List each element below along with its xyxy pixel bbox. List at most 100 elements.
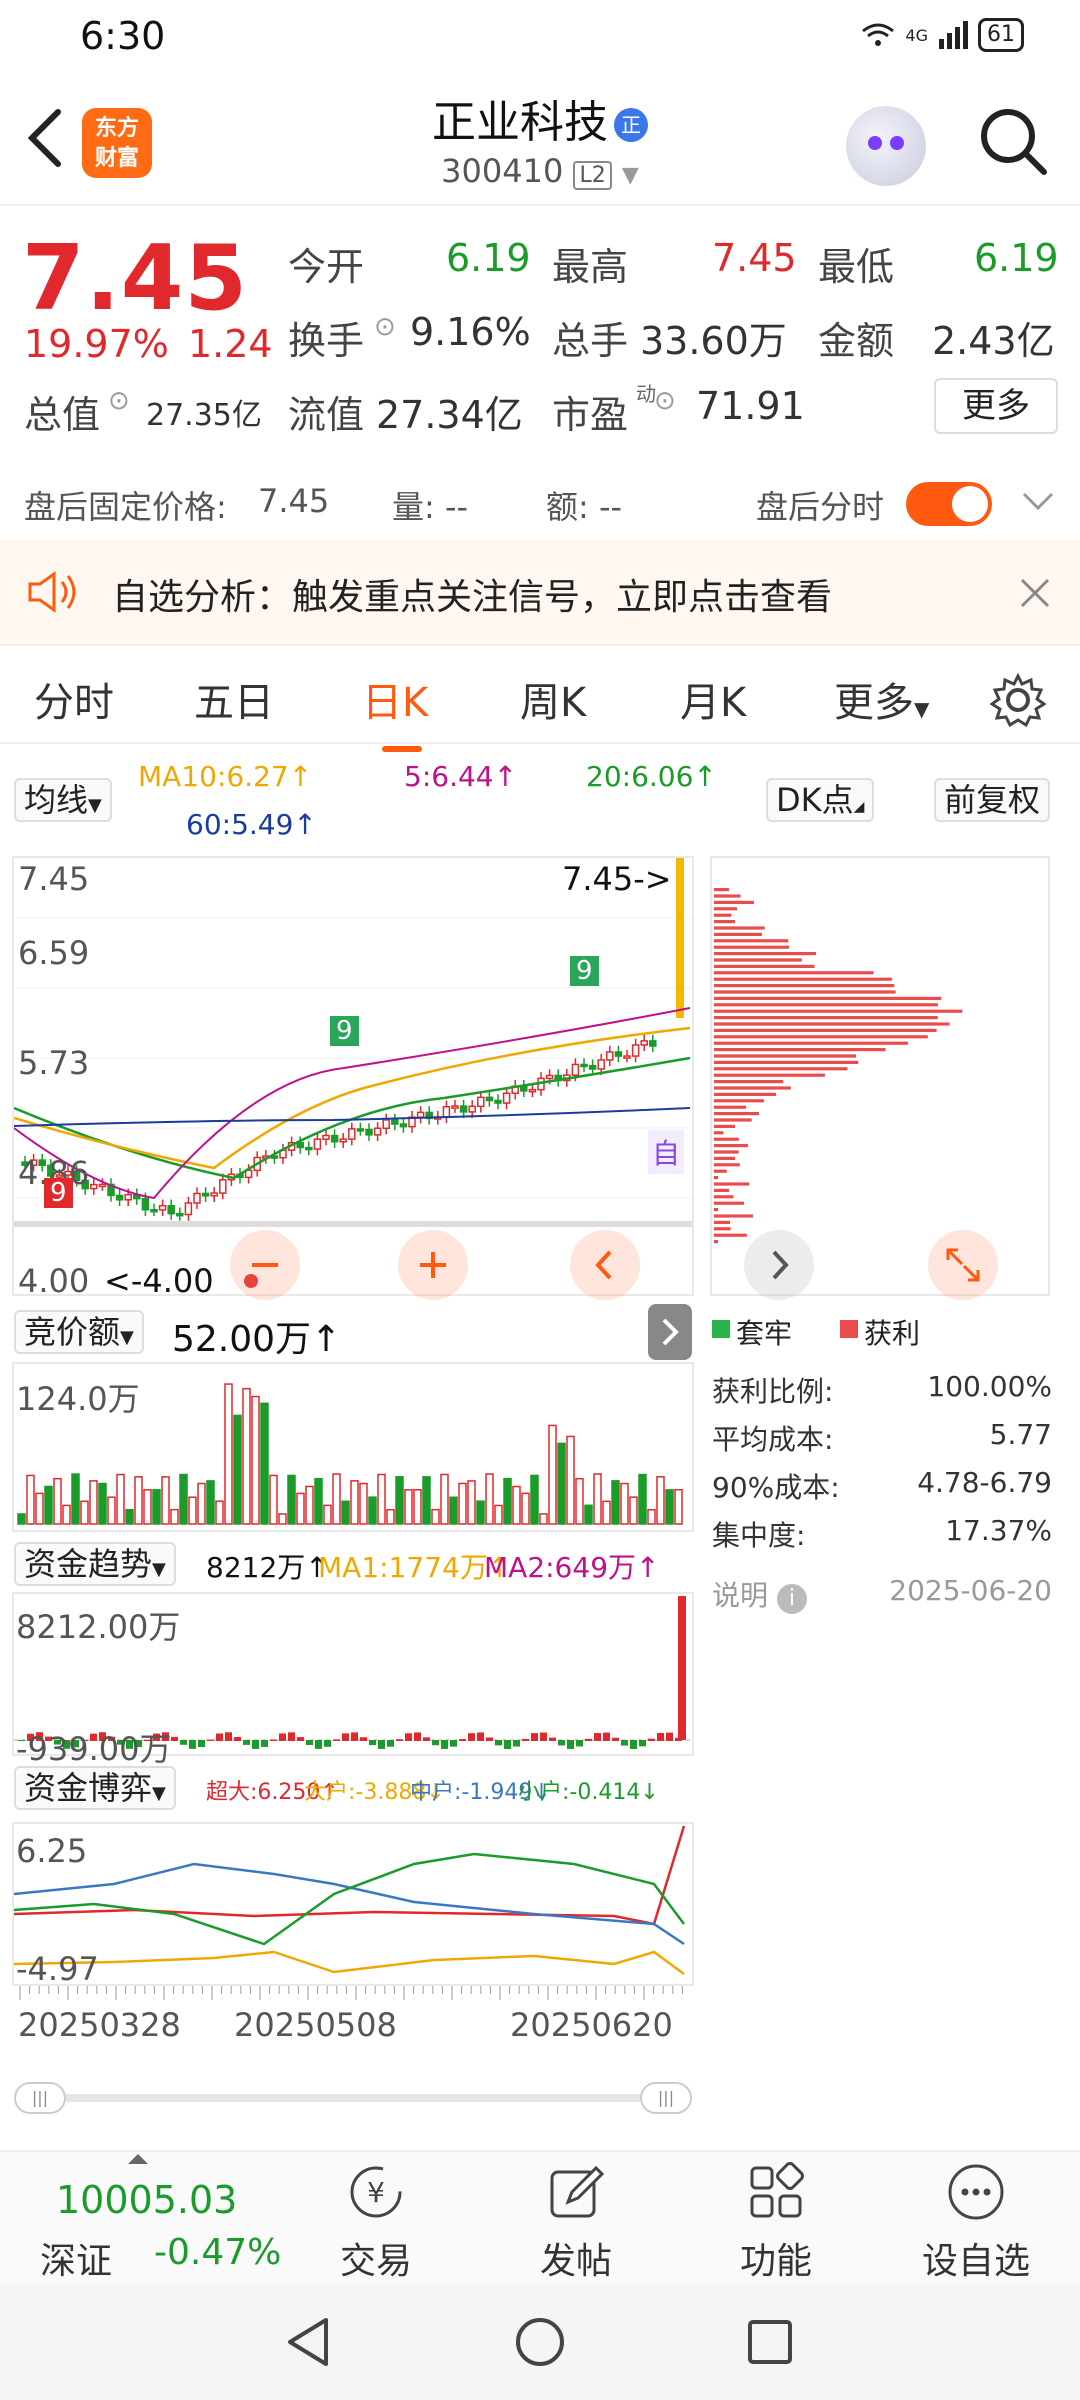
capital-bar	[288, 1732, 295, 1741]
high-value: 7.45	[712, 236, 797, 280]
nav-functions[interactable]: 功能	[696, 2152, 856, 2286]
info-icon[interactable]: ⊙	[654, 386, 676, 416]
game-selector[interactable]: 资金博弈▼	[14, 1766, 176, 1810]
candle-body	[151, 1210, 157, 1212]
range-handle-right[interactable]: |||	[640, 2082, 692, 2114]
volume-bar	[549, 1425, 556, 1524]
nav-recent-icon[interactable]	[742, 2314, 798, 2370]
nav-trade[interactable]: ¥ 交易	[296, 2152, 456, 2286]
chip-expand-button[interactable]	[744, 1230, 814, 1300]
candle-body	[469, 1106, 475, 1112]
info-icon[interactable]: ⊙	[108, 386, 130, 416]
volume-bar	[45, 1486, 52, 1524]
chip-bar	[714, 1189, 729, 1192]
capital-bar	[333, 1739, 340, 1741]
capital-bar	[639, 1740, 646, 1746]
candle-body	[598, 1060, 604, 1069]
capital-bar	[495, 1740, 502, 1745]
low-value: 6.19	[974, 236, 1059, 280]
chip-bar	[714, 1080, 783, 1083]
after-hours-toggle[interactable]	[906, 482, 992, 526]
wifi-icon	[861, 21, 895, 49]
tab-daily-k[interactable]: 日K	[362, 670, 428, 728]
stat-label: 90%成本:	[712, 1471, 840, 1504]
search-icon[interactable]	[978, 106, 1048, 176]
candle-body	[91, 1185, 97, 1189]
indicator-selector[interactable]: 均线▼	[14, 778, 112, 822]
chip-bar	[714, 1131, 723, 1134]
after-price-label: 盘后固定价格:	[24, 482, 227, 528]
tab-timeshare[interactable]: 分时	[34, 670, 114, 728]
tab-five-day[interactable]: 五日	[194, 670, 274, 728]
capital-bar	[234, 1737, 241, 1741]
nav-home-icon[interactable]	[512, 2314, 568, 2370]
notice-banner[interactable]: 自选分析：触发重点关注信号，立即点击查看	[0, 540, 1080, 644]
level-badge: L2	[573, 161, 611, 190]
tab-more[interactable]: 更多▼	[834, 670, 929, 728]
volume-bar	[351, 1481, 358, 1524]
range-handle-left[interactable]: |||	[14, 2082, 66, 2114]
volume-selector[interactable]: 竞价额▼	[14, 1310, 144, 1354]
nav-back-icon[interactable]	[280, 2314, 336, 2370]
nav-add-watchlist[interactable]: 设自选	[896, 2152, 1056, 2286]
capital-bar	[513, 1740, 520, 1747]
range-scroller[interactable]: ||| |||	[14, 2082, 692, 2114]
capital-bar	[315, 1740, 322, 1749]
capital-selector[interactable]: 资金趋势▼	[14, 1542, 176, 1586]
stat-note-row[interactable]: 说明 i 2025-06-20	[712, 1574, 1052, 1614]
kline-chart[interactable]: 7.45 6.59 5.73 4.86 4.00 7.45-> <-4.00 自…	[12, 856, 694, 1296]
chip-bar	[714, 894, 741, 897]
zoom-in-button[interactable]	[398, 1230, 468, 1300]
capital-chart[interactable]: 8212.00万 -939.00万	[12, 1592, 694, 1756]
tab-weekly-k[interactable]: 周K	[520, 670, 586, 728]
status-icons: 4G 61	[861, 18, 1024, 52]
info-icon[interactable]: ⊙	[374, 312, 396, 342]
dk-point-button[interactable]: DK点◢	[766, 778, 874, 822]
adjust-button[interactable]: 前复权	[934, 778, 1050, 822]
capital-bar	[270, 1739, 277, 1741]
volume-bar	[459, 1483, 466, 1524]
scroll-left-button[interactable]	[570, 1230, 640, 1300]
tab-monthly-k[interactable]: 月K	[680, 670, 746, 728]
chip-bar	[714, 1221, 730, 1224]
stat-label: 集中度:	[712, 1519, 805, 1552]
zoom-out-button[interactable]	[230, 1230, 300, 1300]
panel-expand-button[interactable]	[648, 1304, 692, 1360]
chip-bar	[714, 971, 873, 974]
network-label: 4G	[905, 26, 928, 45]
volume-bar	[144, 1490, 151, 1524]
volume-bar	[117, 1475, 124, 1524]
date-ticks	[12, 1986, 694, 2004]
chip-bar	[714, 1202, 744, 1205]
volume-chart[interactable]: 124.0万	[12, 1362, 694, 1532]
chip-distribution[interactable]	[710, 856, 1050, 1296]
index-ticker[interactable]: 10005.03 深证 -0.47%	[0, 2152, 270, 2286]
capital-bar	[666, 1733, 673, 1741]
capital-bar	[540, 1733, 547, 1741]
nav-post[interactable]: 发帖	[496, 2152, 656, 2286]
chip-bar	[714, 1112, 759, 1115]
game-min-label: -4.97	[16, 1950, 99, 1988]
game-chart[interactable]: 6.25 -4.97	[12, 1822, 694, 1986]
low-label: 最低	[818, 236, 894, 291]
candle-body	[418, 1112, 424, 1117]
chevron-down-icon[interactable]	[1020, 490, 1056, 514]
chip-bar	[714, 1054, 856, 1057]
grid-icon	[746, 2162, 806, 2222]
chip-bar	[714, 946, 789, 949]
close-icon[interactable]	[1018, 576, 1052, 610]
gear-icon[interactable]	[990, 672, 1046, 728]
volume-bar	[405, 1490, 412, 1524]
candle-body	[357, 1129, 363, 1131]
more-button[interactable]: 更多	[934, 378, 1058, 434]
assistant-robot-icon[interactable]	[846, 106, 926, 186]
candle-body	[220, 1180, 226, 1193]
stock-code-text: 300410	[441, 152, 563, 190]
fullscreen-button[interactable]	[928, 1230, 998, 1300]
date-label-mid: 20250508	[234, 2006, 397, 2044]
capital-bar	[630, 1740, 637, 1749]
change-amount: 1.24	[188, 322, 273, 366]
candle-body	[504, 1093, 510, 1103]
chip-bar	[714, 1074, 825, 1077]
note-label: 说明	[712, 1579, 768, 1612]
